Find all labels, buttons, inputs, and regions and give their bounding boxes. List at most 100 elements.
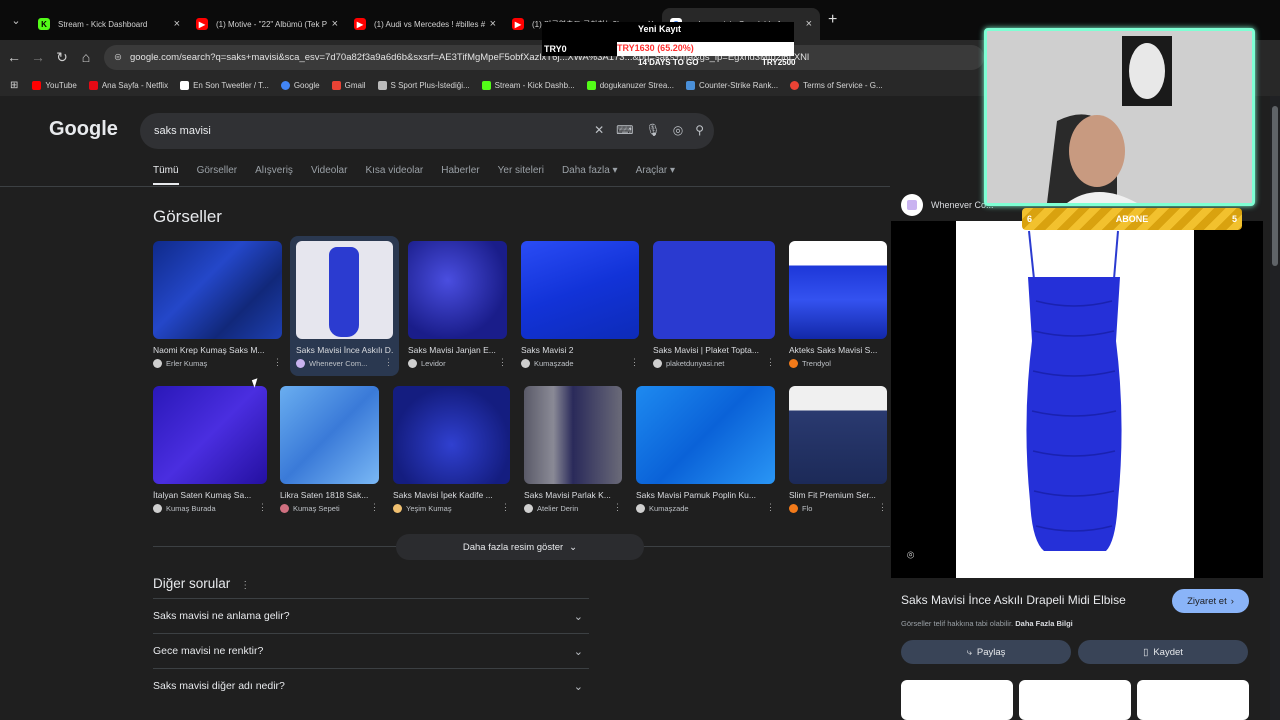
filter-places[interactable]: Yer siteleri [498,165,544,185]
image-thumbnail[interactable] [789,241,887,339]
image-thumbnail[interactable] [153,386,267,484]
image-caption[interactable]: İtalyan Saten Kumaş Sa... [153,490,267,500]
back-icon[interactable]: ← [2,49,26,65]
image-caption[interactable]: Saks Mavisi İnce Askılı D... [296,345,393,355]
tab-search-icon[interactable]: ⌄ [2,6,30,34]
share-button[interactable]: ⤷ Paylaş [901,640,1071,664]
visit-button[interactable]: Ziyaret et › [1172,589,1249,613]
bookmark-terms[interactable]: Terms of Service - G... [790,80,883,90]
google-logo[interactable]: Google [49,118,118,141]
preview-image[interactable] [956,221,1194,578]
close-icon[interactable]: × [174,18,180,30]
image-thumbnail[interactable] [393,386,510,484]
image-result[interactable]: Likra Saten 1818 Sak... Kumaş Sepeti ⋮ [280,386,379,513]
site-info-icon[interactable]: ⊜ [114,52,122,63]
more-options-icon[interactable]: ⋮ [878,502,887,513]
image-caption[interactable]: Naomi Krep Kumaş Saks M... [153,345,282,355]
image-caption[interactable]: Saks Mavisi | Plaket Topta... [653,345,775,355]
image-caption[interactable]: Saks Mavisi Janjan E... [408,345,507,355]
tab-2[interactable]: ▶ (1) Audi vs Mercedes ! #billes # × [346,8,504,40]
image-result[interactable]: Saks Mavisi Pamuk Poplin Ku... Kumaşzade… [636,386,775,513]
image-result[interactable]: Naomi Krep Kumaş Saks M... Erler Kumaş ⋮ [153,241,282,368]
home-icon[interactable]: ⌂ [74,49,98,65]
bookmark-ssport[interactable]: S Sport Plus-İstediği... [377,80,470,90]
scrollbar[interactable] [1270,96,1280,720]
image-result[interactable]: Saks Mavisi | Plaket Topta... plaketduny… [653,241,775,368]
filter-more[interactable]: Daha fazla ▾ [562,165,618,185]
close-icon[interactable]: × [490,18,496,30]
image-thumbnail[interactable] [153,241,282,339]
more-options-icon[interactable]: ⋮ [240,580,250,591]
chevron-down-icon[interactable]: ⌄ [574,645,583,658]
more-options-icon[interactable]: ⋮ [498,357,507,368]
close-icon[interactable]: × [806,18,812,30]
mic-icon[interactable]: 🎙 [645,123,660,137]
question-item[interactable]: Saks mavisi diğer adı nedir? ⌄ [153,668,589,703]
filter-videos[interactable]: Videolar [311,165,348,185]
more-images-button[interactable]: Daha fazla resim göster ⌄ [396,534,644,560]
question-item[interactable]: Saks mavisi ne anlama gelir? ⌄ [153,598,589,633]
bookmark-kick[interactable]: Stream - Kick Dashb... [481,80,575,90]
lens-icon[interactable]: ◎ [673,123,683,137]
search-icon[interactable]: ⚲ [695,123,704,137]
more-options-icon[interactable]: ⋮ [766,357,775,368]
preview-title[interactable]: Saks Mavisi İnce Askılı Drapeli Midi Elb… [901,593,1126,607]
bookmark-x[interactable]: En Son Tweetler / T... [180,80,269,90]
image-caption[interactable]: Saks Mavisi 2 [521,345,639,355]
image-caption[interactable]: Saks Mavisi İpek Kadife ... [393,490,510,500]
bookmark-youtube[interactable]: YouTube [32,80,77,90]
search-input[interactable]: saks mavisi ✕ ⌨ 🎙 ◎ ⚲ [140,113,714,149]
image-result[interactable]: Saks Mavisi 2 Kumaşzade ⋮ [521,241,639,368]
image-thumbnail[interactable] [408,241,507,339]
reload-icon[interactable]: ↻ [50,49,74,66]
bookmark-google[interactable]: Google [280,80,320,90]
forward-icon[interactable]: → [26,49,50,65]
bookmark-gmail[interactable]: Gmail [331,80,366,90]
save-button[interactable]: ▯ Kaydet [1078,640,1248,664]
image-thumbnail[interactable] [296,241,393,339]
more-options-icon[interactable]: ⋮ [384,357,393,368]
image-thumbnail[interactable] [653,241,775,339]
chevron-down-icon[interactable]: ⌄ [574,680,583,693]
image-caption[interactable]: Akteks Saks Mavisi S... [789,345,887,355]
more-options-icon[interactable]: ⋮ [613,502,622,513]
image-thumbnail[interactable] [636,386,775,484]
filter-tools[interactable]: Araçlar ▾ [636,165,675,185]
related-image[interactable] [1019,680,1131,720]
image-result[interactable]: Akteks Saks Mavisi S... Trendyol [789,241,887,368]
clear-icon[interactable]: ✕ [594,123,604,137]
more-options-icon[interactable]: ⋮ [630,357,639,368]
bookmark-cs[interactable]: Counter-Strike Rank... [685,80,778,90]
more-options-icon[interactable]: ⋮ [766,502,775,513]
new-tab-icon[interactable]: + [828,11,837,29]
related-image[interactable] [1137,680,1249,720]
image-thumbnail[interactable] [280,386,379,484]
more-options-icon[interactable]: ⋮ [273,357,282,368]
image-caption[interactable]: Slim Fit Premium Ser... [789,490,887,500]
scrollbar-thumb[interactable] [1272,106,1278,266]
preview-source[interactable]: Whenever Co... [901,194,994,216]
image-result[interactable]: Slim Fit Premium Ser... Flo ⋮ [789,386,887,513]
image-thumbnail[interactable] [789,386,887,484]
image-result[interactable]: Saks Mavisi Parlak K... Atelier Derin ⋮ [524,386,622,513]
lens-icon[interactable]: ⌾ [907,548,914,563]
image-thumbnail[interactable] [521,241,639,339]
chevron-down-icon[interactable]: ⌄ [574,610,583,623]
image-caption[interactable]: Saks Mavisi Pamuk Poplin Ku... [636,490,775,500]
apps-icon[interactable]: ⊞ [10,80,18,91]
question-item[interactable]: Gece mavisi ne renktir? ⌄ [153,633,589,668]
keyboard-icon[interactable]: ⌨ [616,123,633,137]
image-thumbnail[interactable] [524,386,622,484]
image-result[interactable]: İtalyan Saten Kumaş Sa... Kumaş Burada ⋮ [153,386,267,513]
more-options-icon[interactable]: ⋮ [501,502,510,513]
tab-1[interactable]: ▶ (1) Motive - "22" Albümü (Tek P × [188,8,346,40]
filter-short-videos[interactable]: Kısa videolar [365,165,423,185]
bookmark-kick2[interactable]: dogukanuzer Strea... [586,80,674,90]
filter-news[interactable]: Haberler [441,165,479,185]
image-caption[interactable]: Likra Saten 1818 Sak... [280,490,379,500]
bookmark-netflix[interactable]: Ana Sayfa - Netflix [88,80,168,90]
tab-0[interactable]: K Stream - Kick Dashboard × [30,8,188,40]
more-options-icon[interactable]: ⋮ [258,502,267,513]
more-options-icon[interactable]: ⋮ [370,502,379,513]
more-info-link[interactable]: Daha Fazla Bilgi [1015,619,1073,628]
